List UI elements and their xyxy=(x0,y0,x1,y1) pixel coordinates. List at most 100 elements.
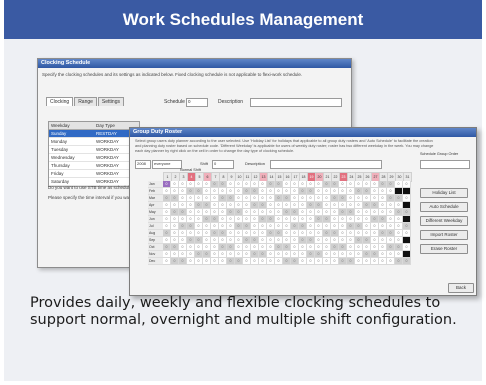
roster-cell[interactable]: 0 xyxy=(283,223,291,230)
roster-cell[interactable]: 0 xyxy=(315,202,323,209)
roster-cell[interactable]: 0 xyxy=(219,188,227,195)
roster-cell[interactable]: 0 xyxy=(283,202,291,209)
roster-cell[interactable]: 0 xyxy=(331,216,339,223)
roster-cell[interactable]: 0 xyxy=(227,188,235,195)
roster-cell[interactable]: 0 xyxy=(299,223,307,230)
roster-cell[interactable]: 0 xyxy=(171,251,179,258)
schedule-group-order-field[interactable] xyxy=(420,160,470,169)
roster-cell[interactable]: 0 xyxy=(195,223,203,230)
roster-cell[interactable]: 0 xyxy=(227,216,235,223)
roster-cell[interactable]: 0 xyxy=(299,195,307,202)
roster-cell[interactable]: 0 xyxy=(195,258,203,265)
roster-cell[interactable]: 0 xyxy=(179,223,187,230)
roster-cell[interactable]: 0 xyxy=(275,216,283,223)
roster-cell[interactable]: 0 xyxy=(235,195,243,202)
roster-cell[interactable]: 0 xyxy=(187,202,195,209)
roster-cell[interactable]: 0 xyxy=(227,195,235,202)
roster-cell[interactable]: 0 xyxy=(347,251,355,258)
roster-cell[interactable]: 0 xyxy=(347,181,355,188)
roster-cell[interactable]: 0 xyxy=(251,195,259,202)
roster-cell[interactable]: 0 xyxy=(307,216,315,223)
roster-cell[interactable]: 0 xyxy=(339,195,347,202)
table-row[interactable]: Tuesday WORKDAY xyxy=(49,146,139,154)
roster-cell[interactable]: 0 xyxy=(251,244,259,251)
roster-cell[interactable]: 0 xyxy=(227,209,235,216)
schedule-field[interactable]: 0 xyxy=(186,98,208,107)
roster-cell[interactable]: 0 xyxy=(323,244,331,251)
roster-cell[interactable]: 0 xyxy=(339,258,347,265)
holiday-list-button[interactable]: Holiday List xyxy=(420,188,468,198)
roster-cell[interactable]: 0 xyxy=(243,223,251,230)
roster-cell[interactable]: 0 xyxy=(211,209,219,216)
roster-cell[interactable]: 0 xyxy=(307,251,315,258)
roster-cell[interactable]: 0 xyxy=(275,251,283,258)
roster-cell[interactable]: 0 xyxy=(387,244,395,251)
roster-cell[interactable]: 0 xyxy=(347,209,355,216)
roster-cell[interactable]: 0 xyxy=(395,216,403,223)
roster-cell[interactable]: 0 xyxy=(275,181,283,188)
roster-cell[interactable] xyxy=(403,202,411,209)
roster-cell[interactable]: 0 xyxy=(331,188,339,195)
roster-cell[interactable]: 0 xyxy=(355,216,363,223)
roster-cell[interactable]: 0 xyxy=(283,209,291,216)
roster-cell[interactable]: 0 xyxy=(275,258,283,265)
roster-cell[interactable]: 0 xyxy=(243,181,251,188)
roster-cell[interactable]: 0 xyxy=(299,202,307,209)
roster-cell[interactable]: 0 xyxy=(243,230,251,237)
roster-cell[interactable]: 0 xyxy=(163,223,171,230)
roster-cell[interactable]: 0 xyxy=(171,244,179,251)
roster-cell[interactable]: 0 xyxy=(267,188,275,195)
roster-cell[interactable]: 0 xyxy=(403,223,411,230)
roster-cell[interactable]: 0 xyxy=(339,251,347,258)
roster-cell[interactable]: 0 xyxy=(187,251,195,258)
roster-cell[interactable]: 0 xyxy=(371,209,379,216)
roster-cell[interactable]: 0 xyxy=(259,244,267,251)
roster-cell[interactable]: 0 xyxy=(323,216,331,223)
auto-schedule-button[interactable]: Auto Schedule xyxy=(420,202,468,212)
roster-cell[interactable]: 0 xyxy=(195,202,203,209)
roster-cell[interactable]: 0 xyxy=(171,202,179,209)
roster-cell[interactable]: 0 xyxy=(163,258,171,265)
roster-cell[interactable]: 0 xyxy=(331,202,339,209)
roster-cell[interactable]: 0 xyxy=(379,188,387,195)
roster-cell[interactable]: 0 xyxy=(331,237,339,244)
roster-cell[interactable]: 0 xyxy=(163,209,171,216)
roster-cell[interactable]: 0 xyxy=(259,230,267,237)
roster-cell[interactable]: 0 xyxy=(203,209,211,216)
roster-cell[interactable]: 0 xyxy=(243,202,251,209)
roster-cell[interactable]: 0 xyxy=(163,244,171,251)
erase-roster-button[interactable]: Erase Roster xyxy=(420,244,468,254)
roster-cell[interactable]: 0 xyxy=(219,202,227,209)
roster-cell[interactable]: 0 xyxy=(235,230,243,237)
roster-cell[interactable]: 0 xyxy=(387,251,395,258)
roster-cell[interactable]: 0 xyxy=(363,251,371,258)
roster-cell[interactable]: 0 xyxy=(171,258,179,265)
roster-cell[interactable]: 0 xyxy=(203,202,211,209)
roster-cell[interactable]: 0 xyxy=(363,209,371,216)
roster-cell[interactable]: 0 xyxy=(235,202,243,209)
roster-cell[interactable]: 0 xyxy=(323,188,331,195)
roster-cell[interactable]: 0 xyxy=(243,237,251,244)
roster-cell[interactable]: 0 xyxy=(219,209,227,216)
roster-cell[interactable]: 0 xyxy=(395,181,403,188)
roster-cell[interactable]: 0 xyxy=(211,258,219,265)
roster-cell[interactable]: 0 xyxy=(179,237,187,244)
roster-cell[interactable]: 0 xyxy=(291,202,299,209)
roster-cell[interactable]: 0 xyxy=(259,216,267,223)
roster-cell[interactable]: 0 xyxy=(355,188,363,195)
roster-cell[interactable]: 0 xyxy=(363,188,371,195)
roster-cell[interactable]: 0 xyxy=(387,209,395,216)
roster-cell[interactable]: 0 xyxy=(339,181,347,188)
roster-cell[interactable]: 0 xyxy=(267,202,275,209)
roster-cell[interactable]: 0 xyxy=(363,230,371,237)
roster-cell[interactable]: 0 xyxy=(219,195,227,202)
roster-cell[interactable]: 0 xyxy=(203,230,211,237)
roster-cell[interactable]: 0 xyxy=(379,244,387,251)
roster-cell[interactable]: 0 xyxy=(315,244,323,251)
roster-cell[interactable]: 0 xyxy=(395,223,403,230)
roster-cell[interactable]: 0 xyxy=(163,230,171,237)
roster-cell[interactable]: 0 xyxy=(187,244,195,251)
back-button[interactable]: Back xyxy=(448,283,474,293)
roster-cell[interactable]: 0 xyxy=(243,195,251,202)
roster-cell[interactable]: 0 xyxy=(187,237,195,244)
